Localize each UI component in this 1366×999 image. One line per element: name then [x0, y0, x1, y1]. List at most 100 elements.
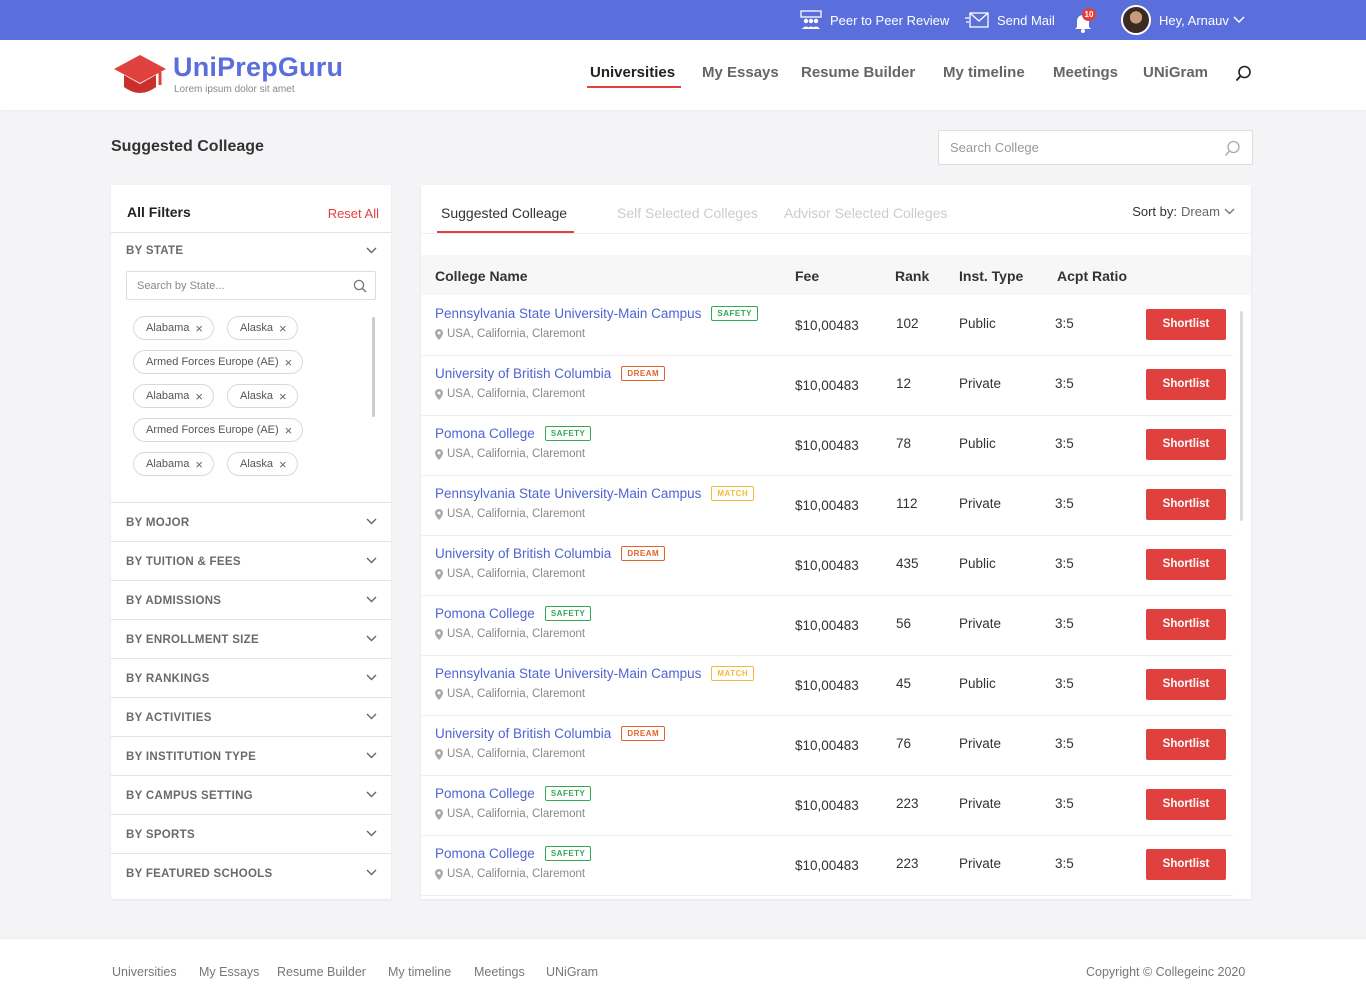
college-name-link[interactable]: Pomona College SAFETY: [435, 426, 592, 441]
filter-tuition-fees[interactable]: BY TUITION & FEES: [111, 541, 391, 580]
filters-title: All Filters: [127, 204, 191, 220]
user-menu[interactable]: Hey, Arnauv: [1159, 0, 1245, 40]
chevron-down-icon[interactable]: [366, 247, 377, 254]
peer-review-link[interactable]: Peer to Peer Review: [800, 0, 949, 40]
college-inst-type: Private: [959, 736, 1002, 751]
college-location: USA, California, Claremont: [435, 688, 585, 700]
close-icon[interactable]: ×: [285, 423, 293, 438]
footer-link-resume-builder[interactable]: Resume Builder: [277, 965, 366, 979]
footer-link-universities[interactable]: Universities: [112, 965, 177, 979]
state-chip[interactable]: Alaska ×: [227, 316, 298, 340]
search-icon[interactable]: [1224, 140, 1241, 157]
reset-all-button[interactable]: Reset All: [328, 206, 379, 221]
state-chips: Alabama × Alaska × Armed Forces Europe (AE…: [133, 316, 373, 478]
chips-scrollbar[interactable]: [372, 317, 375, 417]
close-icon[interactable]: ×: [279, 321, 287, 336]
state-chip[interactable]: Alaska ×: [227, 452, 298, 476]
close-icon[interactable]: ×: [195, 389, 203, 404]
filter-activities[interactable]: BY ACTIVITIES: [111, 697, 391, 736]
state-chip[interactable]: Alabama ×: [133, 452, 215, 476]
close-icon[interactable]: ×: [285, 355, 293, 370]
search-icon[interactable]: [353, 279, 367, 293]
state-search-input[interactable]: [127, 272, 342, 299]
state-chip[interactable]: Armed Forces Europe (AE) ×: [133, 350, 304, 374]
location-text: USA, California, Claremont: [447, 388, 586, 400]
close-icon[interactable]: ×: [279, 389, 287, 404]
college-name-link[interactable]: Pomona College SAFETY: [435, 786, 592, 801]
shortlist-button[interactable]: Shortlist: [1146, 369, 1226, 400]
nav-universities[interactable]: Universities: [590, 64, 675, 81]
college-name-link[interactable]: University of British Columbia DREAM: [435, 726, 666, 741]
filter-label: BY FEATURED SCHOOLS: [126, 868, 273, 880]
col-acpt-ratio[interactable]: Acpt Ratio: [1057, 268, 1127, 284]
college-name-link[interactable]: Pennsylvania State University-Main Campu…: [435, 486, 755, 501]
graduation-cap-icon[interactable]: [113, 53, 167, 100]
college-acpt-ratio: 3:5: [1055, 796, 1074, 811]
college-location: USA, California, Claremont: [435, 868, 585, 880]
tab-advisor-selected[interactable]: Advisor Selected Colleges: [784, 205, 947, 221]
shortlist-button[interactable]: Shortlist: [1146, 789, 1226, 820]
filter-rankings[interactable]: BY RANKINGS: [111, 658, 391, 697]
shortlist-button[interactable]: Shortlist: [1146, 669, 1226, 700]
state-chip[interactable]: Alabama ×: [133, 316, 215, 340]
college-name-link[interactable]: Pennsylvania State University-Main Campu…: [435, 306, 758, 321]
filter-major[interactable]: BY MOJOR: [111, 502, 391, 541]
shortlist-button[interactable]: Shortlist: [1146, 429, 1226, 460]
filter-featured-schools[interactable]: BY FEATURED SCHOOLS: [111, 853, 391, 892]
shortlist-button[interactable]: Shortlist: [1146, 729, 1226, 760]
college-search-input[interactable]: [939, 131, 1209, 164]
shortlist-button[interactable]: Shortlist: [1146, 309, 1226, 340]
shortlist-button[interactable]: Shortlist: [1146, 609, 1226, 640]
shortlist-button[interactable]: Shortlist: [1146, 849, 1226, 880]
col-fee[interactable]: Fee: [795, 268, 819, 284]
location-pin-icon: [435, 508, 443, 520]
nav-my-essays[interactable]: My Essays: [702, 64, 779, 81]
footer-link-my-timeline[interactable]: My timeline: [388, 965, 451, 979]
footer-link-my-essays[interactable]: My Essays: [199, 965, 259, 979]
nav-unigram[interactable]: UNiGram: [1143, 64, 1208, 81]
close-icon[interactable]: ×: [195, 457, 203, 472]
col-rank[interactable]: Rank: [895, 268, 929, 284]
col-inst-type[interactable]: Inst. Type: [959, 268, 1023, 284]
brand-name[interactable]: UniPrepGuru: [173, 52, 343, 83]
nav-my-timeline[interactable]: My timeline: [943, 64, 1025, 81]
col-college-name[interactable]: College Name: [435, 268, 528, 284]
filter-state-label[interactable]: BY STATE: [126, 245, 183, 257]
footer-link-meetings[interactable]: Meetings: [474, 965, 525, 979]
state-chip[interactable]: Alabama ×: [133, 384, 215, 408]
avatar[interactable]: [1121, 5, 1151, 35]
filter-enrollment-size[interactable]: BY ENROLLMENT SIZE: [111, 619, 391, 658]
close-icon[interactable]: ×: [279, 457, 287, 472]
tab-self-selected[interactable]: Self Selected Colleges: [617, 205, 758, 221]
college-acpt-ratio: 3:5: [1055, 316, 1074, 331]
sort-dropdown[interactable]: Sort by: Dream: [1132, 204, 1235, 219]
shortlist-button[interactable]: Shortlist: [1146, 489, 1226, 520]
college-name: University of British Columbia: [435, 546, 612, 561]
table-scrollbar[interactable]: [1240, 311, 1243, 521]
college-name-link[interactable]: Pennsylvania State University-Main Campu…: [435, 666, 755, 681]
college-name-link[interactable]: University of British Columbia DREAM: [435, 366, 666, 381]
footer-link-unigram[interactable]: UNiGram: [546, 965, 598, 979]
filter-campus-setting[interactable]: BY CAMPUS SETTING: [111, 775, 391, 814]
nav-meetings[interactable]: Meetings: [1053, 64, 1118, 81]
filter-sports[interactable]: BY SPORTS: [111, 814, 391, 853]
close-icon[interactable]: ×: [195, 321, 203, 336]
college-name-link[interactable]: University of British Columbia DREAM: [435, 546, 666, 561]
state-chip[interactable]: Alaska ×: [227, 384, 298, 408]
shortlist-button[interactable]: Shortlist: [1146, 549, 1226, 580]
college-fee: $10,00483: [795, 378, 859, 393]
college-name-link[interactable]: Pomona College SAFETY: [435, 606, 592, 621]
filter-institution-type[interactable]: BY INSTITUTION TYPE: [111, 736, 391, 775]
nav-resume-builder[interactable]: Resume Builder: [801, 64, 915, 81]
send-mail-link[interactable]: Send Mail: [965, 0, 1055, 40]
college-name-link[interactable]: Pomona College SAFETY: [435, 846, 592, 861]
location-pin-icon: [435, 448, 443, 460]
table-row: Pomona College SAFETY USA, California, Cla…: [421, 836, 1233, 896]
search-icon[interactable]: [1235, 65, 1252, 85]
notification-button[interactable]: 10: [1074, 8, 1096, 33]
chevron-down-icon: [366, 830, 377, 837]
college-fee: $10,00483: [795, 558, 859, 573]
state-chip[interactable]: Armed Forces Europe (AE) ×: [133, 418, 304, 442]
filter-admissions[interactable]: BY ADMISSIONS: [111, 580, 391, 619]
tab-suggested[interactable]: Suggested Colleage: [441, 205, 567, 221]
